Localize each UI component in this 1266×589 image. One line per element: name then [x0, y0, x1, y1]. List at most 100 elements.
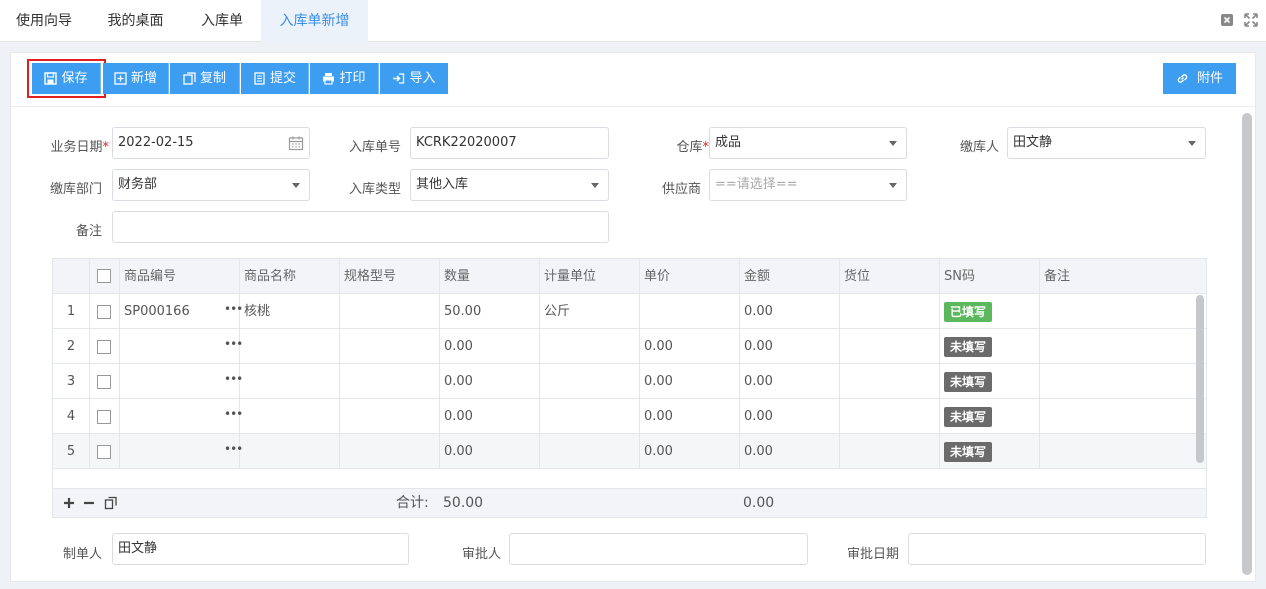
row-remark[interactable]: [1040, 364, 1206, 399]
row-spec[interactable]: [340, 364, 440, 399]
sn-status-badge[interactable]: 未填写: [944, 371, 993, 392]
attach-button[interactable]: 附件: [1163, 63, 1236, 94]
remark-input[interactable]: [112, 211, 609, 243]
row-sn[interactable]: 未填写: [940, 399, 1040, 434]
creator-input[interactable]: 田文静: [112, 533, 409, 565]
order-no-input[interactable]: KCRK22020007: [410, 127, 609, 159]
row-code[interactable]: [120, 434, 240, 469]
row-checkbox[interactable]: [97, 410, 111, 424]
tab-inbound-new[interactable]: 入库单新增: [261, 0, 368, 42]
submit-button[interactable]: 提交: [241, 63, 309, 94]
row-location[interactable]: [840, 294, 940, 329]
table-row[interactable]: 5 0.00 0.00 0.00 未填写 •••: [53, 434, 1206, 469]
paste-row-icon[interactable]: [104, 496, 118, 510]
row-amount[interactable]: 0.00: [740, 364, 840, 399]
row-checkbox-cell[interactable]: [90, 294, 120, 329]
row-qty[interactable]: 0.00: [440, 364, 540, 399]
row-price[interactable]: [640, 294, 740, 329]
row-spec[interactable]: [340, 294, 440, 329]
row-qty[interactable]: 0.00: [440, 329, 540, 364]
import-button[interactable]: 导入: [380, 63, 448, 94]
row-remark[interactable]: [1040, 294, 1206, 329]
row-amount[interactable]: 0.00: [740, 434, 840, 469]
table-scrollbar[interactable]: [1195, 295, 1205, 517]
copy-button[interactable]: 复制: [170, 63, 240, 94]
row-checkbox-cell[interactable]: [90, 364, 120, 399]
sn-status-badge[interactable]: 未填写: [944, 441, 993, 462]
row-price[interactable]: 0.00: [640, 329, 740, 364]
table-scrollbar-thumb[interactable]: [1196, 295, 1204, 463]
row-qty[interactable]: 0.00: [440, 434, 540, 469]
row-name[interactable]: [240, 399, 340, 434]
product-picker-ellipsis-icon[interactable]: •••: [224, 364, 243, 399]
row-location[interactable]: [840, 364, 940, 399]
row-unit[interactable]: [540, 364, 640, 399]
row-checkbox[interactable]: [97, 340, 111, 354]
table-row[interactable]: 2 0.00 0.00 0.00 未填写 •••: [53, 329, 1206, 364]
row-code[interactable]: [120, 364, 240, 399]
tab-inbound-list[interactable]: 入库单: [183, 0, 261, 42]
dept-select[interactable]: 财务部: [112, 169, 310, 201]
row-code[interactable]: [120, 399, 240, 434]
biz-date-input[interactable]: 2022-02-15: [112, 127, 310, 159]
sn-status-badge[interactable]: 未填写: [944, 336, 993, 357]
row-checkbox[interactable]: [97, 305, 111, 319]
row-amount[interactable]: 0.00: [740, 294, 840, 329]
close-tab-icon[interactable]: [1220, 13, 1234, 27]
row-amount[interactable]: 0.00: [740, 399, 840, 434]
table-row[interactable]: 4 0.00 0.00 0.00 未填写 •••: [53, 399, 1206, 434]
row-location[interactable]: [840, 399, 940, 434]
row-location[interactable]: [840, 434, 940, 469]
fullscreen-icon[interactable]: [1244, 13, 1258, 27]
row-checkbox-cell[interactable]: [90, 434, 120, 469]
row-sn[interactable]: 未填写: [940, 434, 1040, 469]
payer-select[interactable]: 田文静: [1007, 127, 1206, 159]
panel-scrollbar[interactable]: [1242, 113, 1252, 575]
add-row-icon[interactable]: [63, 497, 75, 509]
row-sn[interactable]: 未填写: [940, 329, 1040, 364]
tab-desktop[interactable]: 我的桌面: [88, 0, 183, 42]
select-all-checkbox[interactable]: [97, 269, 111, 283]
row-sn[interactable]: 已填写: [940, 294, 1040, 329]
type-select[interactable]: 其他入库: [410, 169, 609, 201]
row-spec[interactable]: [340, 399, 440, 434]
calendar-icon[interactable]: [288, 135, 304, 151]
row-name[interactable]: [240, 364, 340, 399]
supplier-select[interactable]: ==请选择==: [709, 169, 907, 201]
row-checkbox[interactable]: [97, 375, 111, 389]
row-spec[interactable]: [340, 434, 440, 469]
table-row[interactable]: 1 SP000166 核桃 50.00 公斤 0.00 已填写 •••: [53, 294, 1206, 329]
row-qty[interactable]: 0.00: [440, 399, 540, 434]
row-remark[interactable]: [1040, 329, 1206, 364]
row-checkbox-cell[interactable]: [90, 399, 120, 434]
row-remark[interactable]: [1040, 434, 1206, 469]
row-code[interactable]: SP000166: [120, 294, 240, 329]
row-price[interactable]: 0.00: [640, 434, 740, 469]
row-name[interactable]: [240, 434, 340, 469]
row-unit[interactable]: 公斤: [540, 294, 640, 329]
table-row[interactable]: 3 0.00 0.00 0.00 未填写 •••: [53, 364, 1206, 399]
row-sn[interactable]: 未填写: [940, 364, 1040, 399]
row-checkbox-cell[interactable]: [90, 329, 120, 364]
row-remark[interactable]: [1040, 399, 1206, 434]
add-button[interactable]: 新增: [103, 63, 169, 94]
row-unit[interactable]: [540, 434, 640, 469]
product-picker-ellipsis-icon[interactable]: •••: [224, 399, 243, 434]
row-qty[interactable]: 50.00: [440, 294, 540, 329]
row-checkbox[interactable]: [97, 445, 111, 459]
remove-row-icon[interactable]: [83, 497, 95, 509]
product-picker-ellipsis-icon[interactable]: •••: [224, 329, 243, 364]
sn-status-badge[interactable]: 未填写: [944, 406, 993, 427]
warehouse-select[interactable]: 成品: [709, 127, 907, 159]
approve-date-input[interactable]: [908, 533, 1206, 565]
row-spec[interactable]: [340, 329, 440, 364]
row-amount[interactable]: 0.00: [740, 329, 840, 364]
row-location[interactable]: [840, 329, 940, 364]
row-unit[interactable]: [540, 399, 640, 434]
row-code[interactable]: [120, 329, 240, 364]
row-name[interactable]: 核桃: [240, 294, 340, 329]
product-picker-ellipsis-icon[interactable]: •••: [224, 434, 243, 469]
tab-guide[interactable]: 使用向导: [0, 0, 88, 42]
approver-input[interactable]: [509, 533, 808, 565]
sn-status-badge[interactable]: 已填写: [944, 301, 993, 322]
